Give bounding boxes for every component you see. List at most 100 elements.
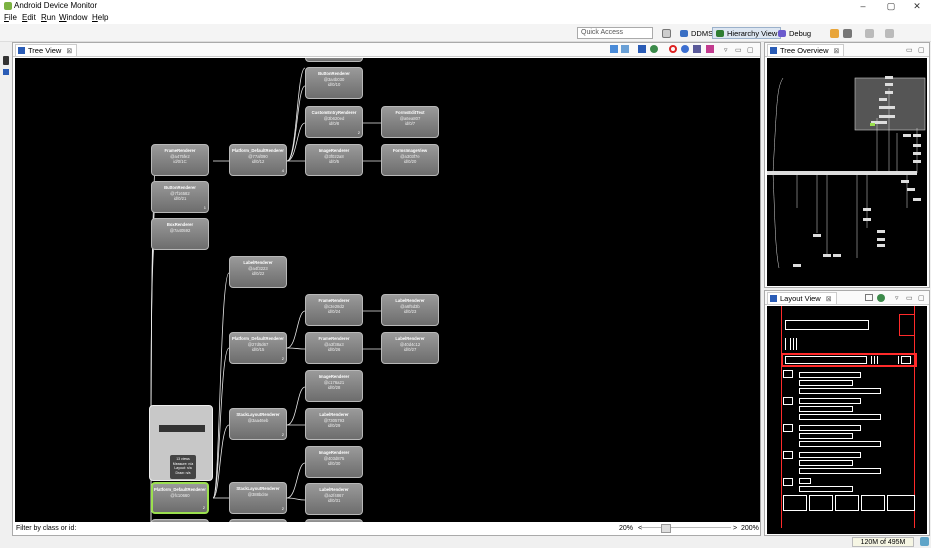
heap-status[interactable]: 120M of 495M — [852, 537, 914, 547]
layout-rect — [901, 356, 911, 364]
save-png-icon[interactable] — [610, 45, 618, 53]
tree-overview-icon — [770, 47, 777, 54]
tree-node[interactable]: LabelRenderer @40d4c12 id/0/27 — [381, 332, 439, 364]
tree-node[interactable]: FrameRenderer @a3f38a3 id/0/26 — [305, 332, 363, 364]
view-menu-icon[interactable]: ▿ — [724, 46, 728, 54]
close-icon[interactable]: ⊠ — [66, 48, 72, 55]
quick-access-input[interactable]: Quick Access — [577, 27, 653, 39]
tree-node[interactable]: Platform_DefaultRenderer @77af090 id/0/1… — [229, 144, 287, 176]
dump-theme-icon[interactable] — [693, 45, 701, 53]
menu-help[interactable]: Help — [92, 13, 108, 22]
load-hierarchy-icon[interactable] — [638, 45, 646, 53]
tree-node[interactable]: ButtonRenderer @3a4b030 id/0/10 — [305, 67, 363, 99]
zoom-in-arrow[interactable]: > — [733, 525, 737, 532]
zoom-min-label: 20% — [619, 525, 634, 532]
view-menu-icon[interactable]: ▿ — [895, 294, 899, 302]
minimize-view-icon[interactable]: ▭ — [906, 46, 913, 54]
perspective-hierarchy-view[interactable]: Hierarchy View — [712, 27, 782, 39]
tree-canvas[interactable]: ButtonRenderer @3a4b030 id/0/10 CustomEn… — [15, 58, 760, 522]
layout-rect — [799, 433, 853, 439]
menu-edit[interactable]: Edit — [22, 13, 36, 22]
tree-node[interactable]: StackLayoutRenderer @3aa46eb 2 — [229, 408, 287, 440]
layout-canvas[interactable] — [767, 306, 927, 534]
close-button[interactable]: ✕ — [904, 0, 930, 12]
perspective-ddms[interactable]: DDMS — [676, 27, 717, 39]
menu-window[interactable]: Window — [59, 13, 87, 22]
menu-run[interactable]: Run — [41, 13, 56, 22]
layout-rect — [785, 320, 869, 330]
layout-view-icon — [770, 295, 777, 302]
overview-minimap — [767, 76, 926, 269]
windows-icon[interactable] — [3, 69, 9, 75]
filter-label: Filter by class or id: — [16, 525, 77, 532]
tree-node-partial[interactable] — [305, 58, 363, 62]
tree-node[interactable]: LabelRenderer @a4f3223 id/0/22 — [229, 256, 287, 288]
tree-node[interactable]: FormsEditText @a6ea807 id/0/7 — [381, 106, 439, 138]
layout-rect — [799, 468, 881, 474]
settings-icon[interactable] — [843, 29, 852, 38]
tree-node[interactable]: FrameRenderer @a475fe2 id/0/1C — [151, 144, 209, 176]
minimize-button[interactable]: – — [850, 0, 876, 12]
display-view-icon[interactable] — [650, 45, 658, 53]
tree-node-partial[interactable] — [151, 519, 209, 522]
tree-node-partial[interactable] — [229, 519, 287, 522]
tree-node[interactable]: ImageRenderer @403d875 id/0/30 — [305, 446, 363, 478]
tree-node[interactable]: ButtonRenderer @7f16582 id/0/21 1 — [151, 181, 209, 213]
tab-tree-overview[interactable]: Tree Overview ⊠ — [767, 44, 845, 56]
maximize-view-icon[interactable]: ▢ — [918, 294, 925, 302]
tree-overview-canvas[interactable] — [767, 58, 927, 286]
tree-node[interactable]: LabelRenderer @a6f5d3b id/0/23 — [381, 294, 439, 326]
layout-rect — [785, 338, 791, 350]
layout-rect — [783, 451, 793, 459]
tree-node[interactable]: CustomEntryRenderer @3b620ed id/0/8 2 — [305, 106, 363, 138]
tree-node-partial[interactable] — [305, 519, 363, 522]
show-extras-icon[interactable] — [865, 294, 873, 301]
layout-rect — [783, 397, 793, 405]
forward-icon[interactable] — [885, 29, 894, 38]
tree-node[interactable]: ImageRenderer @3f022a8 id/0/5 — [305, 144, 363, 176]
maximize-view-icon[interactable]: ▢ — [747, 46, 754, 54]
minimize-view-icon[interactable]: ▭ — [906, 294, 913, 302]
tree-node[interactable]: FormsImageView @a303f7e id/0/20 — [381, 144, 439, 176]
zoom-slider-track[interactable] — [641, 527, 731, 532]
tree-node[interactable]: Platform_DefaultRenderer @27d5d67 id/0/1… — [229, 332, 287, 364]
close-icon[interactable]: ⊠ — [826, 296, 832, 303]
capture-layers-icon[interactable] — [621, 45, 629, 53]
request-layout-icon[interactable] — [681, 45, 689, 53]
maximize-button[interactable]: ▢ — [878, 0, 904, 12]
tree-node[interactable]: LabelRenderer @7305793 id/0/29 — [305, 408, 363, 440]
layout-rect — [793, 338, 797, 350]
tree-node[interactable]: StackLayoutRenderer @388bd4e 2 — [229, 482, 287, 514]
profile-nodes-icon[interactable] — [706, 45, 714, 53]
minimize-view-icon[interactable]: ▭ — [735, 46, 742, 54]
layout-rect — [809, 495, 833, 511]
tab-tree-view[interactable]: Tree View ⊠ — [15, 44, 78, 56]
back-icon[interactable] — [865, 29, 874, 38]
maximize-view-icon[interactable]: ▢ — [918, 46, 925, 54]
layout-rect — [899, 314, 915, 336]
tree-node-selected[interactable]: Platform_DefaultRenderer @fc10660 2 — [151, 482, 209, 514]
zoom-slider-thumb[interactable] — [661, 524, 671, 533]
left-trim-bar — [0, 42, 12, 548]
invalidate-icon[interactable] — [669, 45, 677, 53]
tree-node[interactable]: BoxRenderer @7a40592 — [151, 218, 209, 250]
perspective-debug[interactable]: Debug — [774, 27, 815, 39]
device-icon[interactable] — [830, 29, 839, 38]
layout-rect — [799, 460, 853, 466]
layout-rect — [799, 441, 881, 447]
load-overlay-icon[interactable] — [877, 294, 885, 302]
layout-rect — [785, 356, 867, 364]
tree-node[interactable]: FrameRenderer @c3e28d2 id/0/24 — [305, 294, 363, 326]
close-icon[interactable]: ⊠ — [833, 48, 839, 55]
tree-node[interactable]: ImageRenderer @c176a21 id/0/28 — [305, 370, 363, 402]
layout-rect — [877, 356, 899, 364]
open-perspective-icon[interactable] — [662, 29, 671, 38]
menu-bar: File Edit Run Window Help — [0, 12, 931, 24]
tab-layout-view[interactable]: Layout View ⊠ — [767, 292, 837, 304]
main-toolbar: Quick Access DDMS Hierarchy View Debug — [0, 24, 931, 42]
menu-file[interactable]: File — [4, 13, 17, 22]
devices-icon[interactable] — [3, 56, 9, 65]
garbage-collect-icon[interactable] — [920, 537, 929, 546]
bottom-status-bar: 120M of 495M — [0, 536, 931, 548]
tree-node[interactable]: LabelRenderer @a2f4867 id/0/31 — [305, 483, 363, 515]
